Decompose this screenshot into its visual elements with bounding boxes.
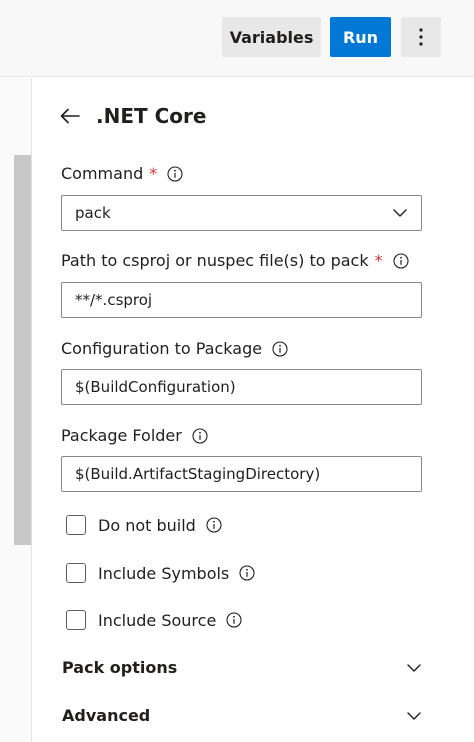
package-folder-label-row: Package Folder bbox=[61, 426, 208, 445]
chevron-down-icon bbox=[406, 660, 422, 676]
configuration-label: Configuration to Package bbox=[61, 339, 263, 358]
package-folder-value: $(Build.ArtifactStagingDirectory) bbox=[75, 465, 321, 483]
top-toolbar: Variables Run bbox=[0, 0, 474, 77]
include-symbols-row[interactable]: Include Symbols bbox=[66, 563, 255, 583]
include-symbols-checkbox[interactable] bbox=[66, 563, 86, 583]
path-label: Path to csproj or nuspec file(s) to pack bbox=[61, 251, 369, 270]
chevron-down-icon bbox=[392, 205, 408, 221]
more-options-button[interactable] bbox=[401, 17, 441, 57]
run-button[interactable]: Run bbox=[330, 17, 391, 57]
scrollbar-thumb[interactable] bbox=[14, 155, 31, 545]
configuration-input[interactable]: $(BuildConfiguration) bbox=[61, 369, 422, 405]
info-icon[interactable] bbox=[206, 517, 222, 533]
command-label: Command bbox=[61, 164, 144, 183]
command-label-row: Command * bbox=[61, 164, 183, 183]
do-not-build-row[interactable]: Do not build bbox=[66, 515, 222, 535]
include-source-checkbox[interactable] bbox=[66, 610, 86, 630]
command-value: pack bbox=[75, 204, 111, 222]
chevron-down-icon bbox=[406, 708, 422, 724]
include-source-label: Include Source bbox=[98, 610, 217, 630]
package-folder-label: Package Folder bbox=[61, 426, 182, 445]
info-icon[interactable] bbox=[167, 165, 183, 182]
panel-header: .NET Core bbox=[60, 104, 206, 128]
info-icon[interactable] bbox=[192, 427, 208, 444]
advanced-section[interactable]: Advanced bbox=[62, 706, 422, 725]
path-label-row: Path to csproj or nuspec file(s) to pack… bbox=[61, 251, 409, 270]
package-folder-input[interactable]: $(Build.ArtifactStagingDirectory) bbox=[61, 456, 422, 492]
info-icon[interactable] bbox=[239, 565, 255, 581]
pack-options-section[interactable]: Pack options bbox=[62, 658, 422, 677]
info-icon[interactable] bbox=[226, 612, 242, 628]
command-dropdown[interactable]: pack bbox=[61, 195, 422, 231]
configuration-value: $(BuildConfiguration) bbox=[75, 378, 236, 396]
more-vertical-icon bbox=[419, 28, 423, 46]
path-value: **/*.csproj bbox=[75, 291, 153, 309]
variables-button[interactable]: Variables bbox=[222, 17, 321, 57]
required-marker: * bbox=[149, 164, 158, 183]
include-symbols-label: Include Symbols bbox=[98, 563, 230, 583]
do-not-build-label: Do not build bbox=[98, 515, 196, 535]
info-icon[interactable] bbox=[272, 340, 288, 357]
pack-options-label: Pack options bbox=[62, 658, 178, 677]
advanced-label: Advanced bbox=[62, 706, 151, 725]
info-icon[interactable] bbox=[393, 252, 409, 269]
task-panel: .NET Core Command * pack Path to csproj … bbox=[33, 78, 474, 742]
do-not-build-checkbox[interactable] bbox=[66, 515, 86, 535]
configuration-label-row: Configuration to Package bbox=[61, 339, 288, 358]
page-title: .NET Core bbox=[96, 104, 207, 128]
back-arrow-icon[interactable] bbox=[60, 105, 82, 127]
required-marker: * bbox=[374, 251, 383, 270]
include-source-row[interactable]: Include Source bbox=[66, 610, 242, 630]
path-input[interactable]: **/*.csproj bbox=[61, 282, 422, 318]
